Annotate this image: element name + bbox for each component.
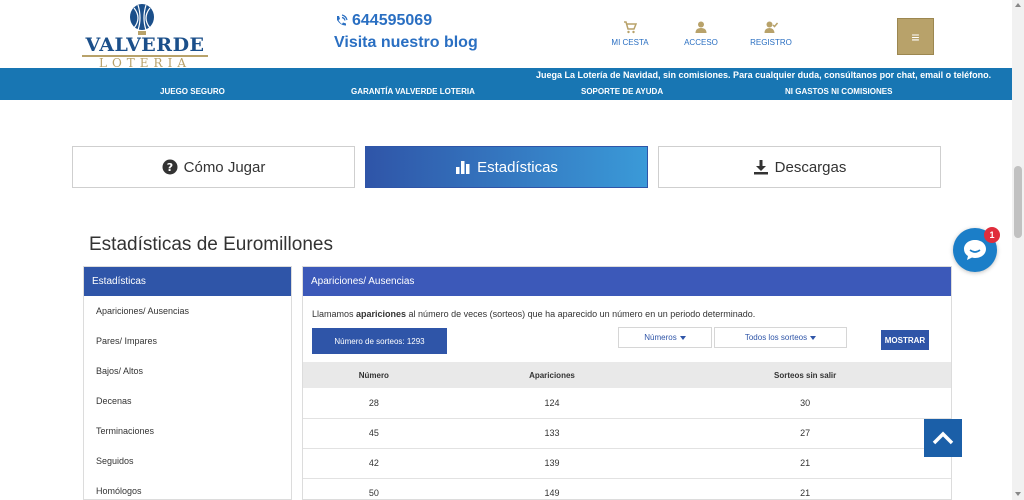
cell-apariciones: 139 — [444, 448, 660, 479]
numeros-dropdown[interactable]: Números — [618, 327, 712, 348]
cell-sorteos-sin-salir: 21 — [659, 478, 951, 500]
cell-apariciones: 149 — [444, 478, 660, 500]
cell-sorteos-sin-salir: 27 — [659, 418, 951, 449]
header-apariciones[interactable]: Apariciones — [444, 362, 660, 388]
desc-post: al número de veces (sorteos) que ha apar… — [406, 309, 756, 319]
table-row: 28 124 30 — [303, 388, 951, 419]
info-bar: Juega La Lotería de Navidad, sin comisio… — [0, 68, 1012, 100]
hamburger-menu-button[interactable]: ≡ — [897, 18, 934, 55]
header-sorteos-sin-salir[interactable]: Sorteos sin salir — [659, 362, 951, 388]
tab-como-jugar[interactable]: ? Cómo Jugar — [72, 146, 355, 188]
register-label: REGISTRO — [750, 38, 792, 47]
table-row: 50 149 21 — [303, 478, 951, 500]
cell-numero: 28 — [303, 388, 445, 419]
sidebar-item-bajos-altos[interactable]: Bajos/ Altos — [84, 356, 291, 386]
panel-description: Llamamos apariciones al número de veces … — [312, 309, 755, 319]
scroll-up-arrow-icon[interactable] — [1015, 3, 1021, 7]
hamburger-icon: ≡ — [911, 28, 920, 45]
back-to-top-button[interactable] — [924, 419, 962, 457]
info-link-garantia[interactable]: GARANTÍA VALVERDE LOTERIA — [351, 87, 475, 96]
desc-pre: Llamamos — [312, 309, 357, 319]
sidebar-item-apariciones[interactable]: Apariciones/ Ausencias — [84, 296, 291, 326]
page-title: Estadísticas de Euromillones — [89, 234, 333, 255]
cart-icon — [624, 21, 637, 34]
info-link-juego-seguro[interactable]: JUEGO SEGURO — [160, 87, 225, 96]
chat-widget-button[interactable]: 1 — [953, 227, 1000, 272]
question-circle-icon: ? — [162, 159, 178, 175]
sidebar-item-seguidos[interactable]: Seguidos — [84, 446, 291, 476]
sidebar-item-terminaciones[interactable]: Terminaciones — [84, 416, 291, 446]
tab-estadisticas[interactable]: Estadísticas — [365, 146, 648, 188]
logo-brand: VALVERDE — [85, 34, 205, 56]
sidebar-item-decenas[interactable]: Decenas — [84, 386, 291, 416]
sidebar-title: Estadísticas — [84, 267, 291, 296]
chat-bubble-icon — [964, 240, 986, 260]
valverde-logo[interactable]: VALVERDE LOTERIA — [80, 4, 210, 70]
cart-label: MI CESTA — [611, 38, 649, 47]
info-link-soporte[interactable]: SOPORTE DE AYUDA — [581, 87, 663, 96]
stats-sidebar: Estadísticas Apariciones/ Ausencias Pare… — [83, 266, 292, 500]
info-link-sin-comisiones[interactable]: NI GASTOS NI COMISIONES — [785, 87, 892, 96]
numeros-dropdown-label: Números — [644, 333, 677, 342]
login-label: ACCESO — [684, 38, 718, 47]
cell-numero: 50 — [303, 478, 445, 500]
site-header: VALVERDE LOTERIA 644595069 Visita nuestr… — [0, 0, 1012, 70]
user-icon — [695, 21, 707, 33]
table-header-row: Número Apariciones Sorteos sin salir — [303, 362, 951, 388]
svg-text:?: ? — [166, 161, 172, 174]
stats-table: Número Apariciones Sorteos sin salir 28 … — [303, 362, 951, 500]
download-icon — [753, 160, 768, 175]
scrollbar-thumb[interactable] — [1014, 166, 1022, 238]
cell-sorteos-sin-salir: 21 — [659, 448, 951, 479]
sorteos-dropdown[interactable]: Todos los sorteos — [714, 327, 847, 348]
stats-panel: Apariciones/ Ausencias Llamamos aparicio… — [302, 266, 952, 500]
caret-down-icon — [810, 335, 817, 340]
chevron-up-icon — [932, 431, 954, 445]
phone-text: 644595069 — [352, 12, 433, 29]
user-check-icon — [764, 21, 778, 33]
header-numero[interactable]: Número — [303, 362, 445, 388]
sorteos-dropdown-label: Todos los sorteos — [744, 333, 808, 342]
table-row: 42 139 21 — [303, 448, 951, 479]
sidebar-item-homologos[interactable]: Homólogos — [84, 476, 291, 500]
sidebar-item-pares-impares[interactable]: Pares/ Impares — [84, 326, 291, 356]
blog-link[interactable]: Visita nuestro blog — [334, 34, 478, 52]
page-scrollbar[interactable] — [1012, 0, 1024, 500]
cart-link[interactable]: MI CESTA — [595, 20, 665, 47]
desc-bold: apariciones — [356, 309, 407, 319]
phone-number[interactable]: 644595069 — [334, 12, 478, 30]
cell-numero: 42 — [303, 448, 445, 479]
balloon-logo-icon — [130, 4, 154, 35]
tab-descargas[interactable]: Descargas — [658, 146, 941, 188]
table-row: 45 133 27 — [303, 418, 951, 449]
scroll-down-arrow-icon[interactable] — [1015, 492, 1021, 496]
phone-signal-icon — [337, 14, 348, 26]
caret-down-icon — [679, 335, 686, 340]
bar-chart-icon — [456, 161, 470, 174]
login-link[interactable]: ACCESO — [666, 20, 736, 47]
cell-sorteos-sin-salir: 30 — [659, 388, 951, 419]
cell-numero: 45 — [303, 418, 445, 449]
tab-como-jugar-label: Cómo Jugar — [183, 158, 266, 176]
contact-block: 644595069 Visita nuestro blog — [334, 12, 478, 52]
info-notice: Juega La Lotería de Navidad, sin comisio… — [536, 70, 992, 80]
cell-apariciones: 133 — [444, 418, 660, 449]
panel-title: Apariciones/ Ausencias — [303, 267, 951, 296]
cell-apariciones: 124 — [444, 388, 660, 419]
sorteos-count-badge: Número de sorteos: 1293 — [312, 328, 447, 354]
tab-estadisticas-label: Estadísticas — [477, 158, 558, 176]
mostrar-button[interactable]: MOSTRAR — [881, 330, 929, 350]
chat-unread-badge: 1 — [984, 227, 1000, 243]
tab-descargas-label: Descargas — [774, 158, 847, 176]
register-link[interactable]: REGISTRO — [736, 20, 806, 47]
